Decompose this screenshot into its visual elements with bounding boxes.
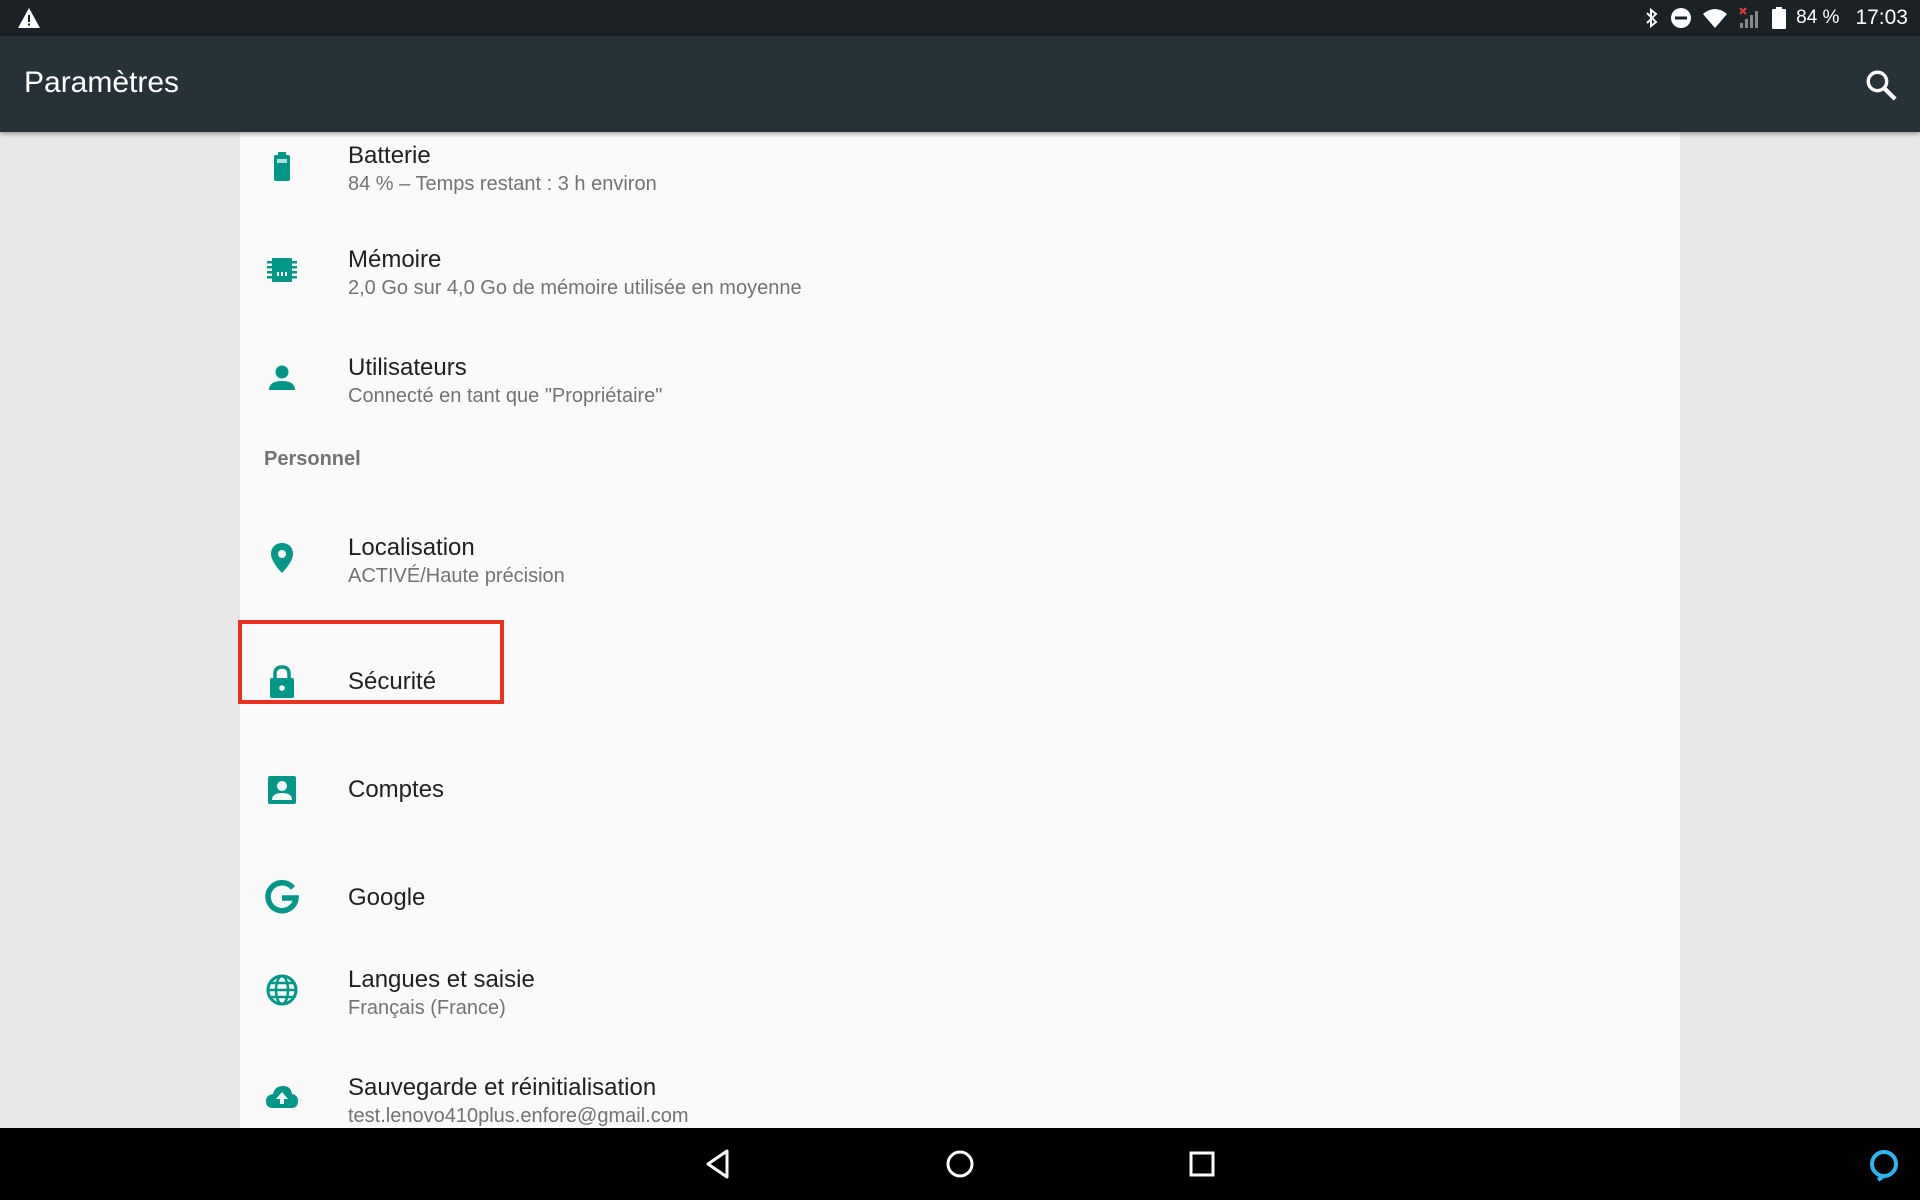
- navigation-bar: [0, 1128, 1920, 1200]
- settings-item-subtitle: 84 % – Temps restant : 3 h environ: [348, 173, 657, 195]
- settings-item-security[interactable]: Sécurité: [240, 632, 1680, 732]
- settings-list: Batterie 84 % – Temps restant : 3 h envi…: [240, 132, 1680, 1128]
- settings-item-title: Google: [348, 884, 426, 911]
- settings-item-title: Utilisateurs: [348, 354, 467, 381]
- settings-item-battery[interactable]: Batterie 84 % – Temps restant : 3 h envi…: [240, 132, 1680, 228]
- app-bar: Paramètres: [0, 36, 1920, 132]
- settings-item-backup[interactable]: Sauvegarde et réinitialisation test.leno…: [240, 1064, 1680, 1128]
- no-signal-icon: [1739, 7, 1759, 28]
- memory-icon: [267, 258, 297, 282]
- search-icon[interactable]: [1864, 68, 1898, 102]
- settings-item-languages[interactable]: Langues et saisie Français (France): [240, 956, 1680, 1056]
- home-icon[interactable]: [942, 1146, 978, 1182]
- settings-item-memory[interactable]: Mémoire 2,0 Go sur 4,0 Go de mémoire uti…: [240, 236, 1680, 336]
- google-icon: [265, 879, 300, 914]
- settings-item-title: Sécurité: [348, 668, 437, 695]
- wifi-icon: [1703, 9, 1728, 28]
- person-icon: [269, 365, 295, 390]
- bluetooth-icon: [1646, 7, 1658, 29]
- battery-icon: [274, 152, 290, 181]
- settings-item-title: Localisation: [348, 534, 475, 561]
- settings-item-title: Sauvegarde et réinitialisation: [348, 1074, 657, 1101]
- settings-item-title: Batterie: [348, 142, 431, 169]
- settings-item-subtitle: test.lenovo410plus.enfore@gmail.com: [348, 1105, 689, 1127]
- do-not-disturb-icon: [1671, 8, 1692, 28]
- back-icon[interactable]: [700, 1146, 736, 1182]
- section-header-personal: Personnel: [264, 448, 361, 470]
- battery-icon: [1772, 7, 1787, 29]
- recents-icon[interactable]: [1184, 1146, 1220, 1182]
- settings-item-title: Comptes: [348, 776, 445, 803]
- status-bar: 84 % 17:03: [0, 0, 1920, 36]
- settings-item-google[interactable]: Google: [240, 848, 1680, 948]
- page-title: Paramètres: [24, 66, 180, 99]
- assistant-icon[interactable]: [1866, 1146, 1902, 1182]
- location-icon: [271, 543, 293, 573]
- settings-item-subtitle: ACTIVÉ/Haute précision: [348, 565, 565, 587]
- settings-item-users[interactable]: Utilisateurs Connecté en tant que "Propr…: [240, 344, 1680, 444]
- clock: 17:03: [1855, 6, 1908, 29]
- lock-icon: [270, 665, 294, 698]
- settings-item-title: Mémoire: [348, 246, 442, 273]
- cloud-upload-icon: [266, 1086, 298, 1108]
- battery-percent: 84 %: [1796, 7, 1840, 28]
- settings-item-subtitle: 2,0 Go sur 4,0 Go de mémoire utilisée en…: [348, 277, 802, 299]
- settings-item-title: Langues et saisie: [348, 966, 535, 993]
- globe-icon: [266, 974, 298, 1006]
- settings-item-location[interactable]: Localisation ACTIVÉ/Haute précision: [240, 524, 1680, 624]
- settings-item-subtitle: Connecté en tant que "Propriétaire": [348, 385, 663, 407]
- warning-icon: [18, 8, 40, 28]
- settings-item-subtitle: Français (France): [348, 997, 506, 1019]
- account-box-icon: [268, 776, 296, 804]
- settings-item-accounts[interactable]: Comptes: [240, 740, 1680, 840]
